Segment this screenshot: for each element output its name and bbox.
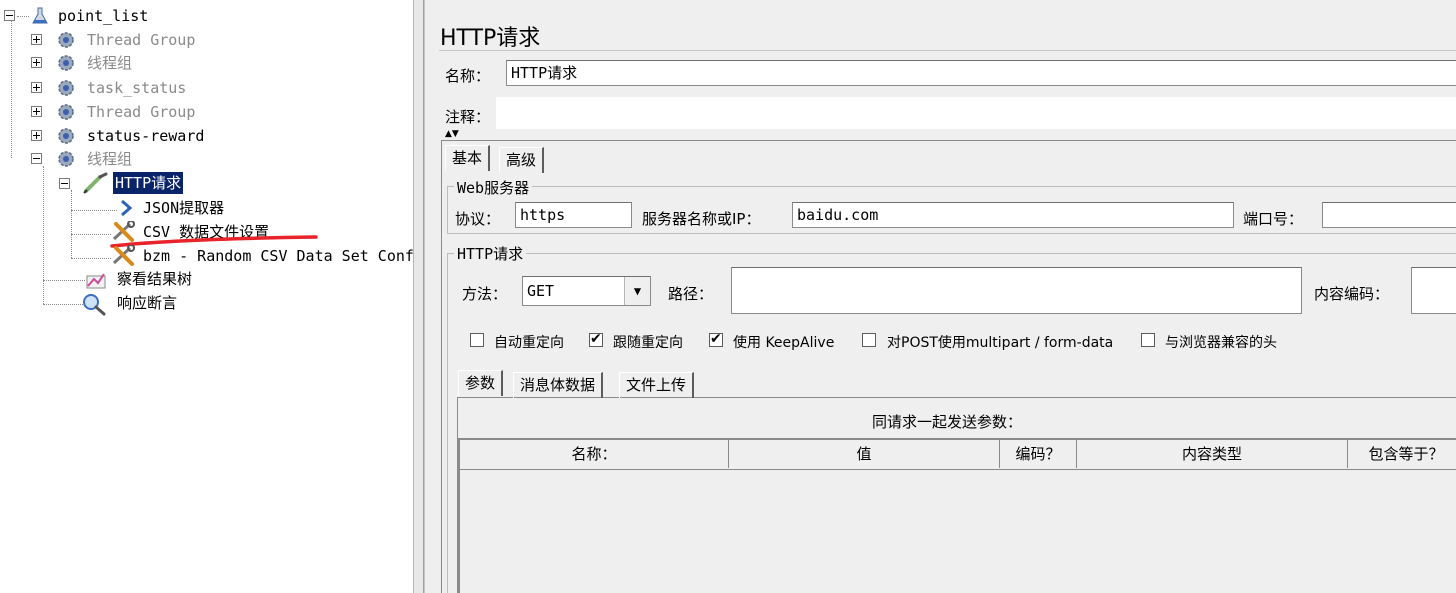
browser-headers-checkbox[interactable] (1141, 333, 1155, 347)
tab-parameters[interactable]: 参数 (458, 370, 504, 396)
column-header-encode[interactable]: 编码？ (1000, 440, 1077, 468)
comment-label: 注释： (445, 108, 491, 126)
collapse-arrows-icon[interactable]: ▲▼ (445, 130, 459, 139)
test-plan-icon (32, 7, 48, 24)
gear-icon (58, 104, 74, 120)
tree-label: task_status (87, 79, 187, 97)
web-server-legend: Web服务器 (454, 177, 533, 198)
tree-label: point_list (58, 7, 149, 25)
tab-file-upload[interactable]: 文件上传 (619, 372, 695, 398)
tree-node-root[interactable]: point_list (0, 5, 200, 27)
graph-icon (86, 273, 106, 289)
params-caption: 同请求一起发送参数： (872, 413, 1023, 431)
tree-node-json-extractor[interactable]: JSON提取器 (0, 197, 413, 219)
arrow-icon (121, 199, 133, 217)
port-label: 端口号： (1243, 210, 1304, 228)
tree-node-thread-group[interactable]: task_status (0, 77, 400, 99)
http-request-panel: HTTP请求 名称： HTTP请求 注释： ▲▼ 基本 高级 Web服务器 协议… (424, 0, 1456, 593)
auto-redirect-checkbox[interactable] (470, 333, 484, 347)
column-header-include-equals[interactable]: 包含等于？ (1348, 440, 1456, 468)
params-table[interactable]: 名称： 值 编码？ 内容类型 包含等于？ (458, 438, 1456, 593)
title-divider (439, 50, 1456, 51)
tree-node-thread-group[interactable]: 线程组 (0, 52, 400, 74)
expand-toggle[interactable] (31, 130, 42, 141)
method-value: GET (527, 282, 555, 300)
tree-label-selected: HTTP请求 (113, 172, 184, 194)
gear-icon (58, 32, 74, 48)
name-field[interactable]: HTTP请求 (506, 60, 1456, 86)
gear-icon (58, 128, 74, 144)
tree-node-thread-group[interactable]: Thread Group (0, 29, 400, 51)
tree-node-view-results-tree[interactable]: 察看结果树 (0, 268, 400, 290)
server-label: 服务器名称或IP： (642, 210, 761, 228)
pipette-icon (83, 172, 108, 194)
tree-node-http-request[interactable]: HTTP请求 (0, 172, 400, 194)
column-header-name[interactable]: 名称： (460, 440, 729, 468)
tab-body-data[interactable]: 消息体数据 (513, 372, 604, 398)
server-field[interactable]: baidu.com (792, 202, 1234, 228)
multipart-label: 对POST使用multipart / form-data (887, 335, 1114, 351)
http-request-legend: HTTP请求 (454, 243, 527, 264)
tree-label: Thread Group (87, 103, 196, 121)
chevron-down-icon[interactable]: ▼ (624, 277, 650, 305)
auto-redirect-label: 自动重定向 (494, 335, 564, 351)
encoding-field[interactable] (1411, 267, 1456, 314)
gear-icon (58, 55, 74, 71)
expand-toggle[interactable] (31, 106, 42, 117)
gear-icon (58, 151, 74, 167)
tree-label: Thread Group (87, 31, 196, 49)
tree-label: JSON提取器 (143, 199, 225, 217)
tree-node-random-csv[interactable]: bzm - Random CSV Data Set Config (0, 245, 413, 267)
path-field[interactable] (731, 267, 1302, 314)
method-label: 方法： (462, 285, 508, 303)
tab-basic[interactable]: 基本 (445, 145, 491, 171)
tree-label: 线程组 (87, 150, 133, 168)
tab-advanced[interactable]: 高级 (499, 147, 545, 173)
column-header-value[interactable]: 值 (729, 440, 1000, 468)
protocol-label: 协议： (455, 210, 501, 228)
follow-redirect-label: 跟随重定向 (613, 335, 683, 351)
pane-splitter[interactable] (413, 0, 424, 593)
tree-node-thread-group[interactable]: 线程组 (0, 148, 400, 170)
collapse-toggle[interactable] (59, 178, 70, 189)
tree-label: 响应断言 (117, 294, 178, 312)
encoding-label: 内容编码： (1314, 285, 1390, 303)
keepalive-checkbox[interactable] (709, 330, 723, 348)
keepalive-label: 使用 KeepAlive (733, 335, 835, 351)
tree-node-thread-group[interactable]: status-reward (0, 125, 400, 147)
method-select[interactable]: GET ▼ (522, 276, 651, 306)
gear-icon (58, 80, 74, 96)
tree-node-thread-group[interactable]: Thread Group (0, 101, 400, 123)
tree-label: 线程组 (87, 54, 133, 72)
expand-toggle[interactable] (31, 34, 42, 45)
collapse-toggle[interactable] (31, 153, 42, 164)
browser-headers-label: 与浏览器兼容的头 (1165, 335, 1277, 351)
expand-toggle[interactable] (31, 82, 42, 93)
collapse-toggle[interactable] (4, 10, 15, 21)
panel-title: HTTP请求 (440, 26, 541, 51)
table-header-row: 名称： 值 编码？ 内容类型 包含等于？ (460, 440, 1456, 470)
test-plan-tree[interactable]: point_list Thread Group 线程组 task_status (0, 0, 413, 593)
tree-label: status-reward (87, 127, 205, 145)
expand-toggle[interactable] (31, 57, 42, 68)
column-header-content-type[interactable]: 内容类型 (1077, 440, 1348, 468)
tree-node-response-assertion[interactable]: 响应断言 (0, 292, 400, 316)
magnifier-icon (83, 294, 106, 316)
port-field[interactable] (1322, 202, 1456, 228)
name-label: 名称： (445, 67, 491, 85)
follow-redirect-checkbox[interactable] (589, 330, 603, 348)
comment-field[interactable] (496, 97, 1456, 129)
tools-icon (112, 245, 135, 266)
path-label: 路径： (668, 285, 714, 303)
tree-label: bzm - Random CSV Data Set Config (143, 247, 413, 265)
tree-label: 察看结果树 (117, 270, 193, 288)
protocol-field[interactable]: https (515, 202, 632, 228)
multipart-checkbox[interactable] (862, 333, 876, 347)
